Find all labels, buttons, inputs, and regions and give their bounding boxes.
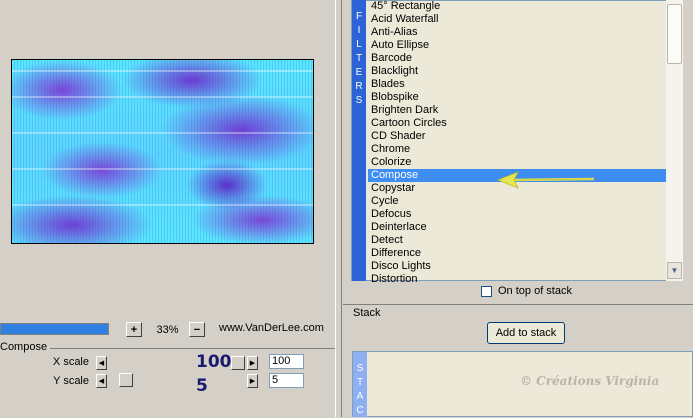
sidebar-letter: T [355,53,363,64]
triangle-left-icon: ◀ [98,360,105,367]
sidebar-letter: I [357,25,361,36]
add-to-stack-button[interactable]: Add to stack [487,322,565,344]
filter-item[interactable]: Colorize [368,156,666,169]
filters-sidebar-label: FILTERS [352,10,366,108]
x-scale-slider-thumb[interactable] [231,356,245,370]
triangle-right-icon: ▶ [249,378,256,385]
filter-item[interactable]: 45° Rectangle [368,0,666,13]
filter-item[interactable]: Cycle [368,195,666,208]
filter-item[interactable]: Deinterlace [368,221,666,234]
stack-group-border [343,304,693,305]
triangle-left-icon: ◀ [98,378,105,385]
on-top-of-stack-label: On top of stack [498,285,572,297]
filter-item[interactable]: Chrome [368,143,666,156]
stack-sidebar-label: STAC [353,362,367,418]
filter-item[interactable]: Barcode [368,52,666,65]
triangle-right-icon: ▶ [249,360,256,367]
filter-item[interactable]: Defocus [368,208,666,221]
website-link[interactable]: www.VanDerLee.com [219,322,324,334]
filter-item[interactable]: Detect [368,234,666,247]
y-scale-display: 5 [196,376,208,396]
filter-item[interactable]: Difference [368,247,666,260]
x-scale-display: 100 [196,352,232,372]
x-scale-label: X scale [52,356,89,368]
filter-item[interactable]: CD Shader [368,130,666,143]
progress-bar [0,323,109,335]
sidebar-letter: L [356,39,362,50]
x-scale-decrease-button[interactable]: ◀ [96,356,107,370]
filters-list: 45° Rectangle Acid Waterfall Anti-Alias Aut… [368,0,666,286]
arrow-annotation-icon [496,171,595,189]
watermark: © Créations Virginia [520,374,660,388]
sidebar-letter: S [356,363,364,374]
zoom-in-button[interactable]: + [126,322,142,337]
x-scale-field[interactable]: 100 [269,354,304,369]
chevron-down-icon: ▼ [670,266,679,275]
sidebar-letter: S [355,95,363,106]
filter-item[interactable]: Anti-Alias [368,26,666,39]
zoom-level: 33% [156,324,179,336]
filter-item[interactable]: Blacklight [368,65,666,78]
y-scale-field[interactable]: 5 [269,373,304,388]
compose-group-label: Compose [0,341,51,353]
y-scale-label: Y scale [53,375,89,387]
zoom-out-button[interactable]: − [189,322,205,337]
y-scale-decrease-button[interactable]: ◀ [96,374,107,388]
sidebar-letter: A [356,391,364,402]
stack-group-label: Stack [353,307,381,319]
sidebar-letter: T [356,377,364,388]
plus-icon: + [130,323,138,336]
filter-item[interactable]: Blades [368,78,666,91]
pane-divider[interactable] [335,0,342,417]
minus-icon: − [193,323,201,336]
filter-item[interactable]: Disco Lights [368,260,666,273]
y-scale-slider-thumb[interactable] [119,373,133,387]
sidebar-letter: C [356,405,364,416]
sidebar-letter: R [355,81,363,92]
on-top-of-stack-checkbox[interactable] [481,286,492,297]
y-scale-increase-button[interactable]: ▶ [247,374,258,388]
scroll-down-button[interactable]: ▼ [667,262,682,279]
filter-item[interactable]: Cartoon Circles [368,117,666,130]
filter-item[interactable]: Acid Waterfall [368,13,666,26]
sidebar-letter: F [355,11,363,22]
sidebar-letter: E [355,67,363,78]
filter-item[interactable]: Brighten Dark [368,104,666,117]
filter-item[interactable]: Blobspike [368,91,666,104]
filters-scroll-thumb[interactable] [667,4,682,64]
filter-item[interactable]: Auto Ellipse [368,39,666,52]
x-scale-increase-button[interactable]: ▶ [247,356,258,370]
preview-image [11,59,314,244]
